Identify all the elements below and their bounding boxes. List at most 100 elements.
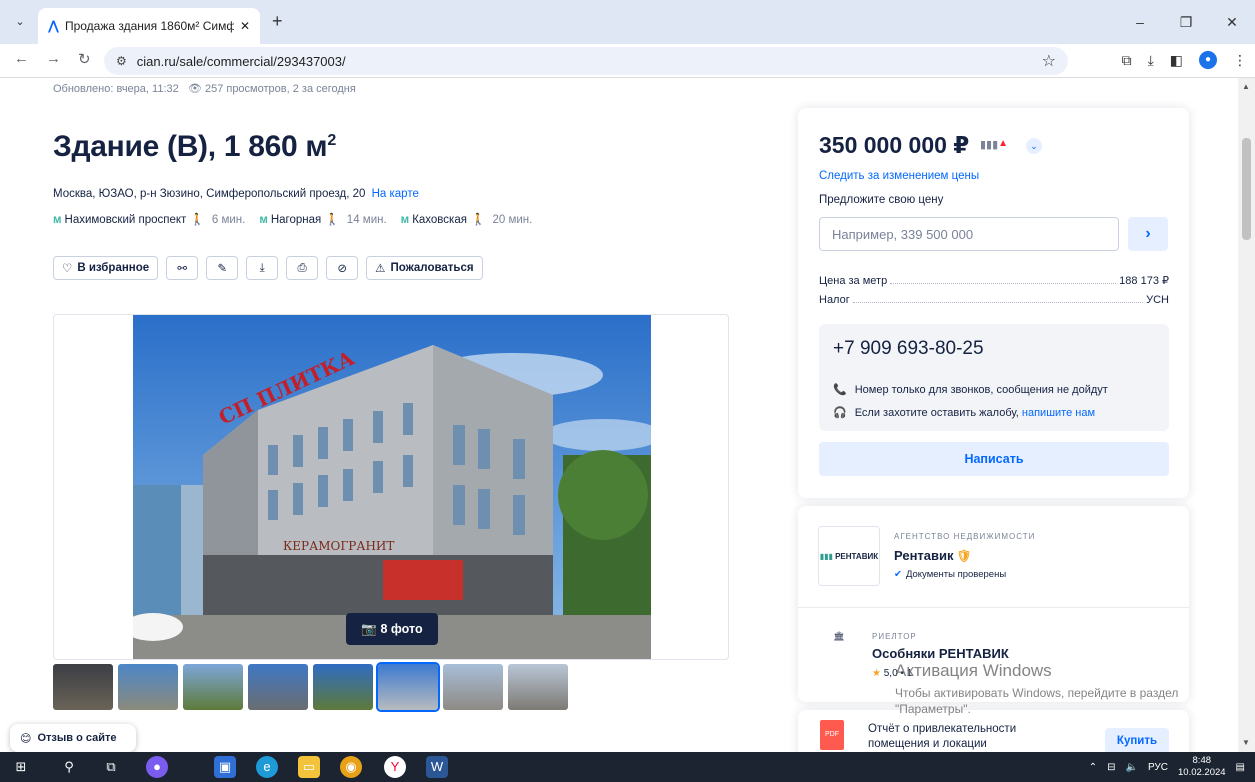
verified-docs: ✔ Документы проверены — [894, 569, 1006, 580]
address: Москва, ЮЗАО, р-н Зюзино, Симферопольски… — [53, 188, 419, 200]
realtor-logo-icon[interactable]: 🏛 — [820, 631, 858, 665]
agency-card: ▮▮▮ РЕНТАВИК АГЕНТСТВО НЕДВИЖИМОСТИ Рента… — [798, 506, 1189, 702]
cian-favicon-icon: ⋀ — [48, 18, 59, 33]
page-scrollbar[interactable]: ▲ ▼ — [1238, 78, 1255, 752]
scroll-down-icon[interactable]: ▼ — [1242, 738, 1250, 747]
explorer-icon[interactable]: ▭ — [298, 756, 320, 778]
complain-button[interactable]: ⚠ Пожаловаться — [366, 256, 483, 280]
word-icon[interactable]: W — [426, 756, 448, 778]
hide-button[interactable]: ⊘ — [326, 256, 359, 280]
close-window-icon[interactable]: ✕ — [1209, 0, 1255, 44]
close-tab-icon[interactable]: ✕ — [240, 19, 250, 33]
photo-gallery[interactable]: КЕРАМОГРАНИТ СП ПЛИТКА 📷 8 фото — [53, 314, 729, 660]
svg-text:КЕРАМОГРАНИТ: КЕРАМОГРАНИТ — [283, 539, 394, 553]
price-history-icon[interactable]: ▮▮▮▲ — [980, 138, 1008, 151]
tray-expand-icon[interactable]: ⌃ — [1089, 762, 1097, 773]
agency-logo-text: РЕНТАВИК — [835, 551, 879, 561]
updated-text: Обновлено: вчера, 11:32 — [53, 83, 179, 95]
windows-start-icon[interactable]: ⊞ — [10, 756, 32, 778]
calls-note: 📞 Номер только для звонков, сообщения не … — [833, 383, 1108, 397]
main-photo[interactable]: КЕРАМОГРАНИТ СП ПЛИТКА — [133, 315, 651, 659]
metro-item[interactable]: ᴍ Каховская 🚶 20 мин. — [401, 212, 533, 226]
bookmark-star-icon[interactable]: ☆ — [1042, 51, 1056, 71]
chrome-icon[interactable]: ◉ — [340, 756, 362, 778]
offer-input[interactable]: Например, 339 500 000 — [819, 217, 1119, 251]
network-icon[interactable]: ⊟ — [1107, 762, 1115, 773]
thumbnail[interactable] — [248, 664, 308, 710]
extensions-icon[interactable]: ⧉ — [1122, 52, 1132, 69]
profile-avatar-icon[interactable]: ● — [1199, 51, 1217, 69]
shield-icon: 🛡 — [956, 549, 972, 563]
clock[interactable]: 8:48 10.02.2024 — [1178, 755, 1226, 779]
thumbnail[interactable] — [443, 664, 503, 710]
favorite-button[interactable]: ♡ В избранное — [53, 256, 159, 280]
agency-name[interactable]: Рентавик 🛡 — [894, 548, 972, 563]
download-button[interactable]: ⤓ — [246, 256, 279, 280]
address-text: Москва, ЮЗАО, р-н Зюзино, Симферопольски… — [53, 188, 366, 200]
feedback-label: Отзыв о сайте — [37, 732, 117, 744]
tab-title: Продажа здания 1860м² Симф — [64, 19, 234, 33]
sidepanel-icon[interactable]: ◧ — [1170, 52, 1183, 69]
forward-icon[interactable]: → — [46, 50, 61, 67]
agency-logo[interactable]: ▮▮▮ РЕНТАВИК — [818, 526, 880, 586]
search-icon[interactable]: ⚲ — [58, 756, 80, 778]
metro-time: 14 мин. — [346, 214, 387, 226]
reload-icon[interactable]: ↻ — [78, 50, 91, 68]
thumbnail[interactable] — [53, 664, 113, 710]
phone-number[interactable]: +7 909 693-80-25 — [833, 338, 984, 360]
tab-search-icon[interactable]: ⌄ — [10, 12, 30, 32]
walk-icon: 🚶 — [470, 214, 486, 226]
photo-count-button[interactable]: 📷 8 фото — [346, 613, 438, 645]
url-field[interactable]: ⚙ cian.ru/sale/commercial/293437003/ ☆ — [104, 47, 1068, 75]
eye-icon: 👁 — [187, 83, 202, 95]
metro-item[interactable]: ᴍ Нахимовский проспект 🚶 6 мин. — [53, 212, 245, 226]
thumbnail-selected[interactable] — [376, 662, 440, 712]
page-content: Обновлено: вчера, 11:32 👁 257 просмотров… — [0, 78, 1238, 752]
write-button[interactable]: Написать — [819, 442, 1169, 476]
task-view-icon[interactable]: ⧉ — [100, 756, 122, 778]
edge-icon[interactable]: e — [256, 756, 278, 778]
thumbnail[interactable] — [118, 664, 178, 710]
scroll-up-icon[interactable]: ▲ — [1242, 82, 1250, 91]
browser-menu-icon[interactable]: ⋮ — [1233, 52, 1247, 69]
browser-tab[interactable]: ⋀ Продажа здания 1860м² Симф ✕ — [38, 8, 260, 44]
metro-icon: ᴍ — [400, 214, 410, 226]
realtor-name[interactable]: Особняки РЕНТАВИК — [872, 646, 1009, 661]
minimize-icon[interactable]: – — [1117, 0, 1163, 44]
metro-station: Нахимовский проспект — [64, 214, 187, 226]
smile-icon: 😊 — [20, 732, 32, 745]
verified-text: Документы проверены — [905, 569, 1007, 580]
download-icon[interactable]: ⤓ — [1148, 52, 1154, 69]
edit-button[interactable]: ✎ — [206, 256, 239, 280]
back-icon[interactable]: ← — [14, 50, 29, 67]
share-button[interactable]: ⚯ — [166, 256, 199, 280]
thumbnail[interactable] — [508, 664, 568, 710]
feedback-button[interactable]: 😊 Отзыв о сайте — [10, 724, 136, 752]
new-tab-icon[interactable]: + — [272, 11, 283, 32]
offer-submit-button[interactable]: › — [1128, 217, 1168, 251]
metro-item[interactable]: ᴍ Нагорная 🚶 14 мин. — [259, 212, 386, 226]
action-buttons: ♡ В избранное ⚯ ✎ ⤓ ⎙ ⊘ ⚠ Пожаловаться — [53, 256, 483, 280]
yandex-icon[interactable]: Y — [384, 756, 406, 778]
follow-price-link[interactable]: Следить за изменением цены — [819, 170, 979, 182]
map-link[interactable]: На карте — [372, 188, 419, 200]
volume-icon[interactable]: 🔈 — [1126, 762, 1138, 773]
price-per-meter-label: Цена за метр — [819, 275, 888, 287]
print-button[interactable]: ⎙ — [286, 256, 319, 280]
offer-label: Предложите свою цену — [819, 194, 944, 206]
store-icon[interactable]: ▣ — [214, 756, 236, 778]
metro-station: Каховская — [412, 214, 467, 226]
write-us-link[interactable]: напишите нам — [1022, 407, 1095, 419]
hidden-eye-icon: ⊘ — [337, 263, 347, 275]
site-info-icon[interactable]: ⚙ — [116, 54, 127, 68]
thumbnail[interactable] — [183, 664, 243, 710]
buy-report-button[interactable]: Купить — [1105, 728, 1169, 752]
walk-icon: 🚶 — [190, 214, 205, 226]
scroll-thumb[interactable] — [1242, 138, 1251, 240]
language-indicator[interactable]: РУС — [1148, 762, 1168, 773]
app-icon[interactable]: ● — [146, 756, 168, 778]
chevron-down-icon[interactable]: ⌄ — [1026, 138, 1042, 154]
thumbnail[interactable] — [313, 664, 373, 710]
notifications-icon[interactable]: ▤ — [1236, 762, 1245, 773]
restore-icon[interactable]: ❐ — [1163, 0, 1209, 44]
